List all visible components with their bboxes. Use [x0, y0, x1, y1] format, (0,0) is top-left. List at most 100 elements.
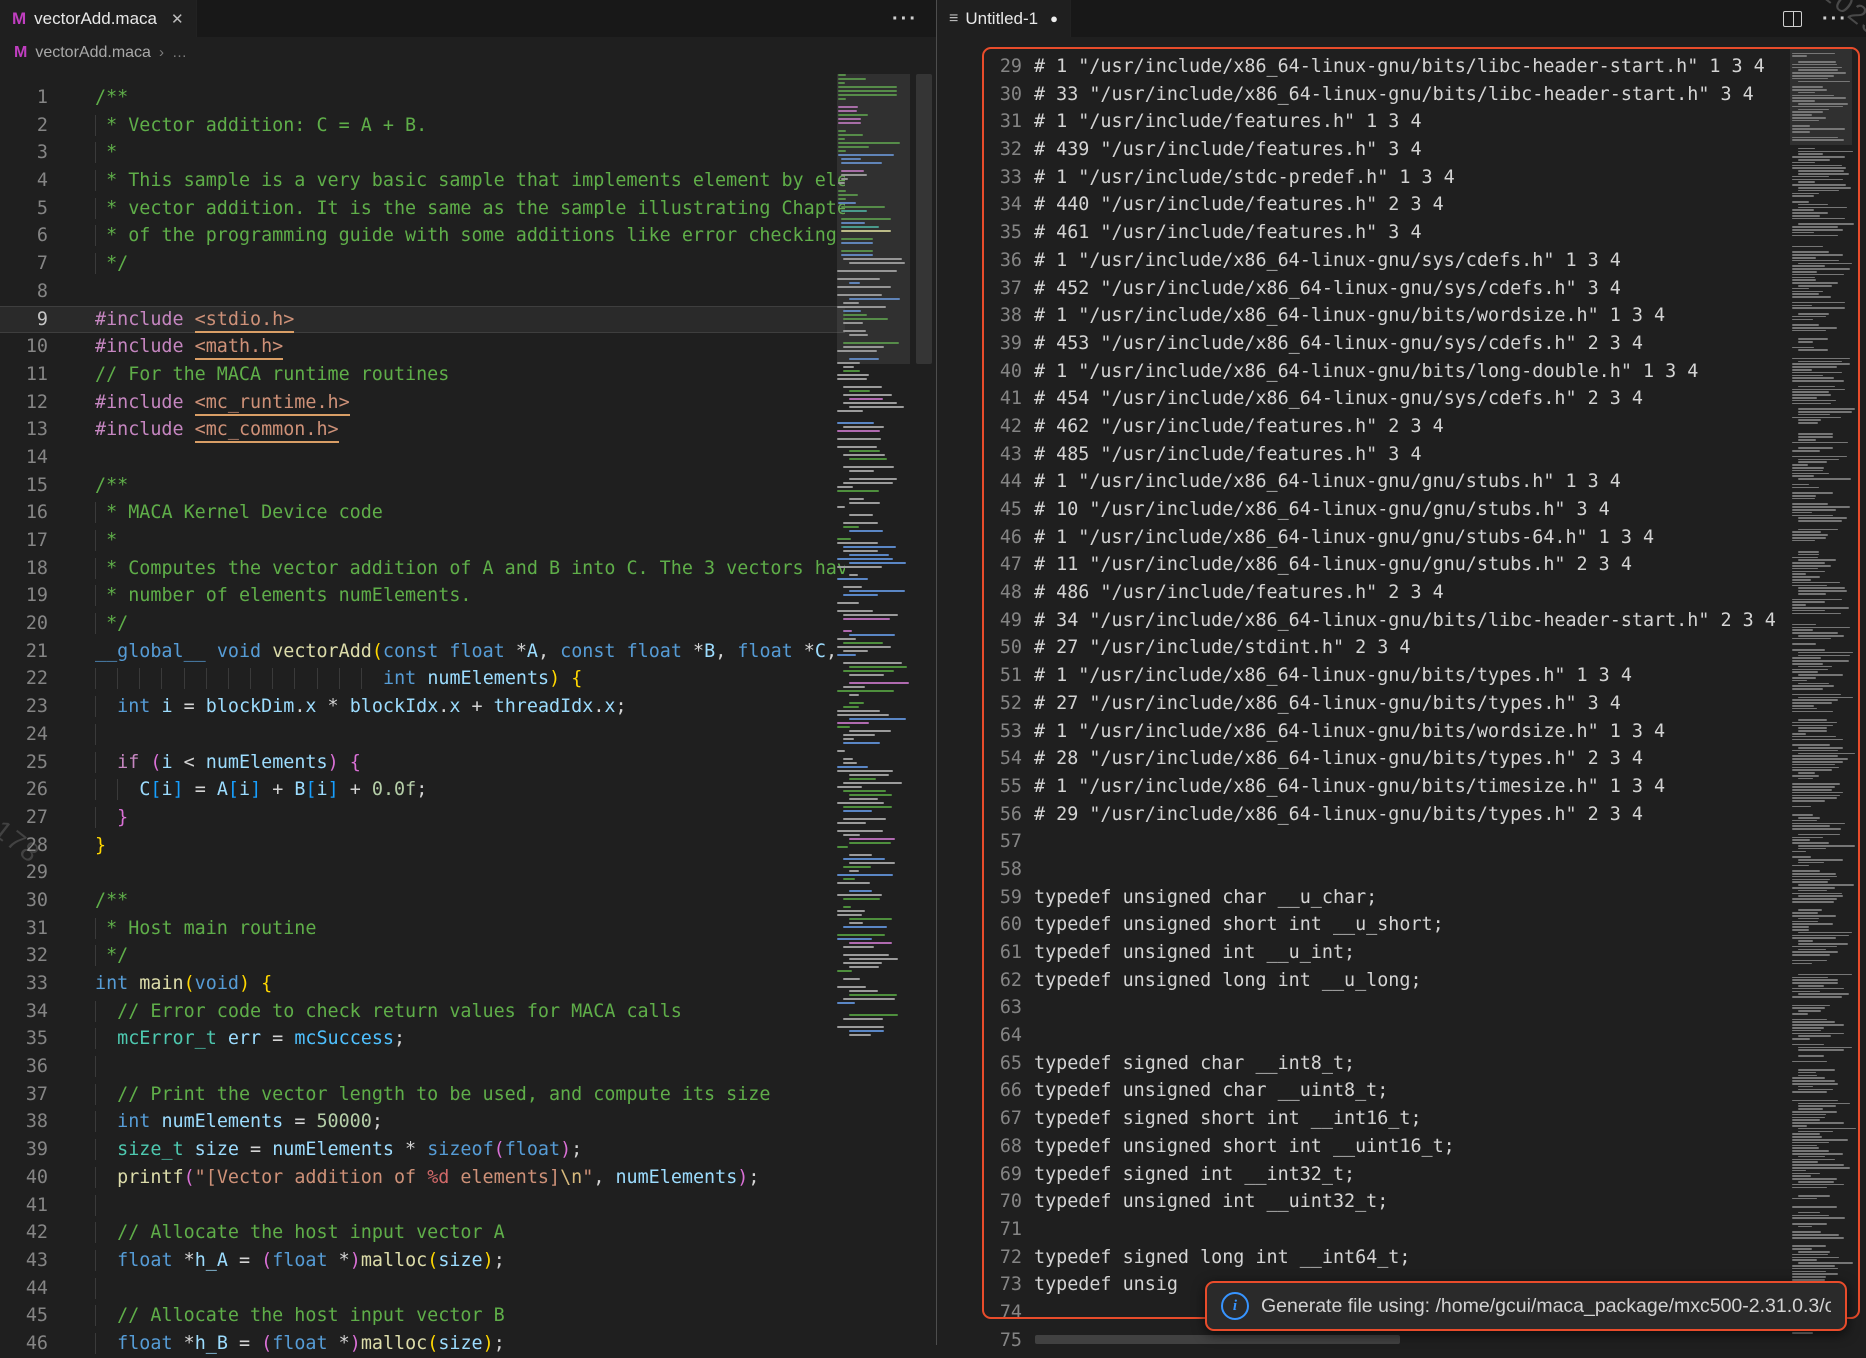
- editor-group-sash[interactable]: [936, 0, 937, 1345]
- code-editor-left[interactable]: 1/**2 * Vector addition: C = A + B.3 *4 …: [0, 84, 845, 1358]
- code-line: 43# 485 "/usr/include/features.h" 3 4: [982, 441, 1779, 469]
- line-number: 14: [0, 444, 48, 472]
- minimap-mark: [1792, 271, 1817, 273]
- code-line: 38# 1 "/usr/include/x86_64-linux-gnu/bit…: [982, 302, 1779, 330]
- line-number: 34: [982, 191, 1022, 219]
- line-number: 67: [982, 1105, 1022, 1133]
- modified-dot-icon[interactable]: ●: [1050, 11, 1058, 26]
- line-number: 72: [982, 1244, 1022, 1272]
- plaintext-file-icon: ≡: [949, 10, 957, 28]
- code-line: 32# 439 "/usr/include/features.h" 3 4: [982, 136, 1779, 164]
- line-number: 35: [0, 1025, 48, 1053]
- code-line: 23 int i = blockDim.x * blockIdx.x + thr…: [0, 693, 845, 721]
- minimap-mark: [843, 738, 854, 740]
- minimap-mark: [1798, 1251, 1830, 1253]
- code-line: 65typedef signed char __int8_t;: [982, 1050, 1779, 1078]
- tab-vectoradd[interactable]: M vectorAdd.maca ✕: [0, 0, 197, 37]
- minimap-mark: [1798, 223, 1854, 225]
- minimap-mark: [1798, 683, 1829, 685]
- line-number: 28: [0, 832, 48, 860]
- minimap-mark: [1792, 929, 1809, 931]
- minimap-mark: [1792, 638, 1831, 640]
- minimap-mark: [1798, 1055, 1824, 1057]
- minimap-slider[interactable]: [837, 74, 910, 364]
- more-actions-icon[interactable]: ···: [1822, 14, 1848, 24]
- code-line: 30# 33 "/usr/include/x86_64-linux-gnu/bi…: [982, 81, 1779, 109]
- line-number: 39: [0, 1136, 48, 1164]
- notification-toast[interactable]: i Generate file using: /home/gcui/maca_p…: [1205, 1281, 1847, 1331]
- minimap-mark: [837, 726, 850, 728]
- minimap-mark: [1798, 1156, 1825, 1158]
- minimap-mark: [837, 710, 880, 712]
- minimap-mark: [1798, 153, 1823, 155]
- minimap-mark: [849, 458, 887, 460]
- line-number: 15: [0, 472, 48, 500]
- vertical-scrollbar-left[interactable]: [916, 74, 932, 364]
- minimap-mark: [1792, 1033, 1844, 1035]
- close-icon[interactable]: ✕: [171, 10, 184, 28]
- code-editor-right[interactable]: 29# 1 "/usr/include/x86_64-linux-gnu/bit…: [982, 53, 1779, 1354]
- line-number: 23: [0, 693, 48, 721]
- minimap-mark: [1792, 1122, 1844, 1124]
- code-line: 32 */: [0, 942, 845, 970]
- code-line: 17 *: [0, 527, 845, 555]
- breadcrumb-file[interactable]: vectorAdd.maca: [35, 44, 151, 62]
- breadcrumb-more[interactable]: …: [172, 44, 187, 61]
- minimap-mark: [1792, 229, 1843, 231]
- code-line: 37# 452 "/usr/include/x86_64-linux-gnu/s…: [982, 275, 1779, 303]
- minimap-mark: [1792, 898, 1837, 900]
- minimap-mark: [1792, 954, 1830, 956]
- info-icon: i: [1221, 1292, 1249, 1320]
- minimap-mark: [1792, 212, 1828, 214]
- minimap-mark: [1792, 380, 1844, 382]
- minimap-mark: [837, 830, 883, 832]
- line-number: 26: [0, 776, 48, 804]
- minimap-mark: [1792, 1083, 1838, 1085]
- minimap-mark: [1792, 1164, 1844, 1166]
- tab-untitled-1[interactable]: ≡ Untitled-1 ●: [937, 0, 1071, 37]
- code-line: 34 // Error code to check return values …: [0, 998, 845, 1026]
- minimap-mark: [1792, 579, 1811, 581]
- minimap-mark: [1798, 148, 1815, 150]
- code-line: 66typedef unsigned char __uint8_t;: [982, 1077, 1779, 1105]
- code-line: 56# 29 "/usr/include/x86_64-linux-gnu/bi…: [982, 801, 1779, 829]
- minimap-mark: [1792, 1117, 1825, 1119]
- minimap-mark: [1798, 461, 1827, 463]
- line-number: 48: [982, 579, 1022, 607]
- minimap-mark: [849, 890, 872, 892]
- line-number: 37: [0, 1081, 48, 1109]
- minimap-mark: [1792, 660, 1849, 662]
- split-editor-icon[interactable]: [1783, 11, 1802, 27]
- minimap-slider[interactable]: [1790, 47, 1852, 145]
- line-number: 40: [0, 1164, 48, 1192]
- minimap-mark: [843, 866, 871, 868]
- minimap-mark: [849, 990, 878, 992]
- minimap-mark: [849, 1034, 871, 1036]
- minimap-mark: [1798, 1069, 1835, 1071]
- minimap-mark: [837, 566, 882, 568]
- line-number: 46: [982, 524, 1022, 552]
- minimap-mark: [837, 822, 866, 824]
- minimap-mark: [1798, 1108, 1823, 1110]
- minimap-right[interactable]: [1790, 47, 1852, 1345]
- minimap-mark: [1792, 1080, 1835, 1082]
- minimap-mark: [1792, 1167, 1850, 1169]
- line-number: 19: [0, 582, 48, 610]
- minimap-left[interactable]: [837, 74, 910, 1134]
- code-line: 42# 462 "/usr/include/features.h" 2 3 4: [982, 413, 1779, 441]
- minimap-mark: [1792, 951, 1838, 953]
- minimap-mark: [1792, 568, 1818, 570]
- line-number: 68: [982, 1133, 1022, 1161]
- minimap-mark: [837, 802, 884, 804]
- minimap-mark: [837, 1026, 884, 1028]
- minimap-mark: [849, 502, 880, 504]
- code-line: 45 // Allocate the host input vector B: [0, 1302, 845, 1330]
- minimap-mark: [849, 774, 889, 776]
- vscode-window: M vectorAdd.maca ✕ ··· M vectorAdd.maca …: [0, 0, 1866, 1345]
- minimap-mark: [849, 478, 897, 480]
- minimap-mark: [1798, 1049, 1844, 1051]
- minimap-mark: [849, 1030, 884, 1032]
- horizontal-scrollbar-right[interactable]: [1035, 1335, 1400, 1344]
- code-line: 44: [0, 1275, 845, 1303]
- more-actions-icon[interactable]: ···: [892, 14, 918, 24]
